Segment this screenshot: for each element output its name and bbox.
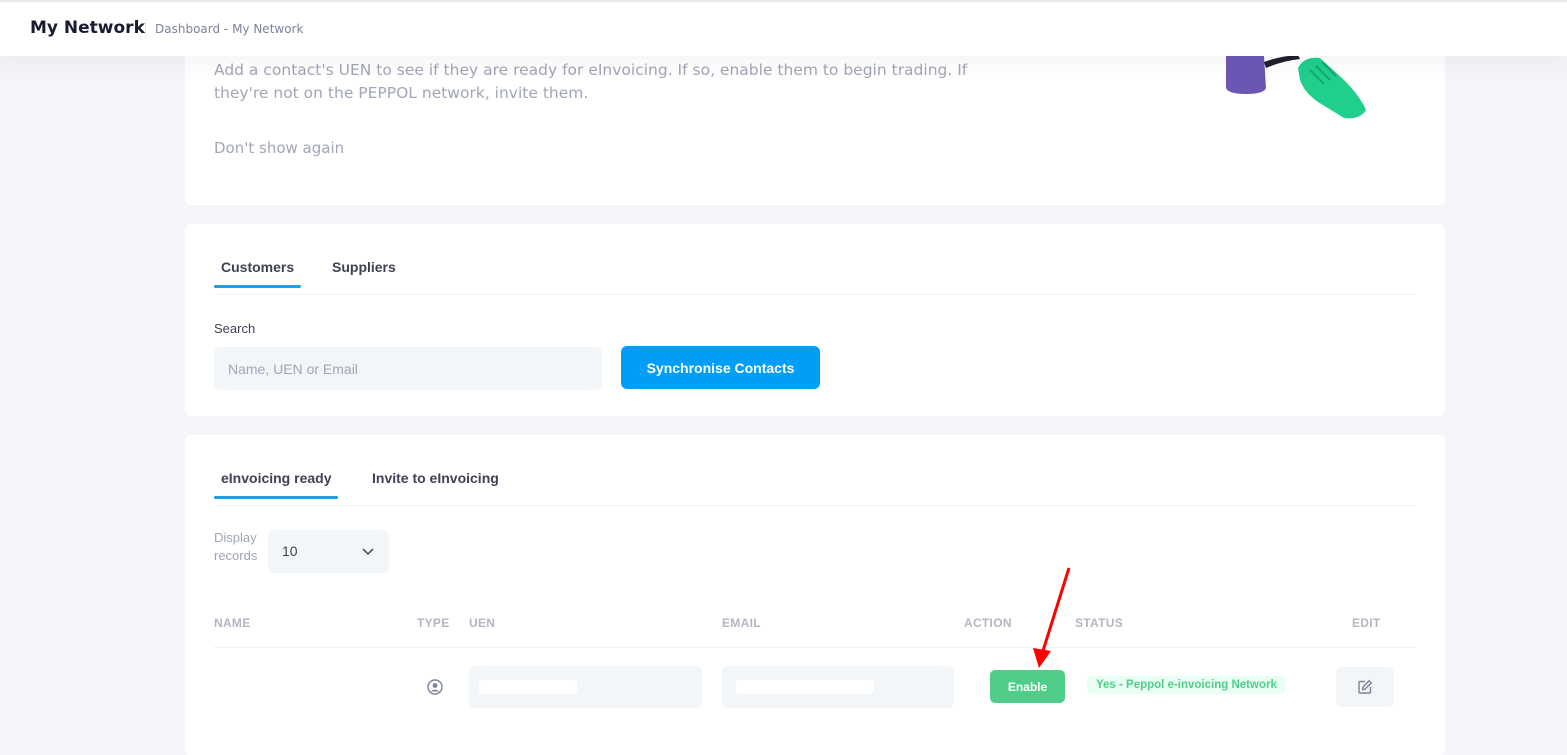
column-header-action[interactable]: ACTION bbox=[964, 616, 1012, 630]
list-tabs: eInvoicing ready Invite to eInvoicing bbox=[213, 435, 1416, 506]
redacted-email bbox=[736, 680, 874, 694]
intro-card: Add a contact's UEN to see if they are r… bbox=[185, 40, 1445, 205]
search-card: Customers Suppliers Search Synchronise C… bbox=[185, 224, 1445, 416]
tab-customers[interactable]: Customers bbox=[213, 259, 302, 288]
intro-text: Add a contact's UEN to see if they are r… bbox=[214, 61, 968, 102]
display-records-value: 10 bbox=[282, 543, 298, 559]
uen-field[interactable] bbox=[469, 666, 702, 708]
column-header-email[interactable]: EMAIL bbox=[722, 616, 761, 630]
breadcrumb[interactable]: Dashboard - My Network bbox=[155, 22, 303, 36]
contact-tabs: Customers Suppliers bbox=[213, 224, 1416, 295]
tab-invite-to-einvoicing[interactable]: Invite to eInvoicing bbox=[372, 470, 499, 486]
synchronise-contacts-button[interactable]: Synchronise Contacts bbox=[621, 346, 820, 389]
column-header-type[interactable]: TYPE bbox=[417, 616, 450, 630]
edit-icon bbox=[1358, 679, 1373, 694]
search-label: Search bbox=[214, 321, 256, 336]
red-annotation-arrow bbox=[1033, 567, 1071, 668]
tab-einvoicing-ready[interactable]: eInvoicing ready bbox=[213, 470, 340, 499]
redacted-uen bbox=[479, 680, 577, 694]
top-header: My Network Dashboard - My Network bbox=[0, 0, 1567, 56]
table-header-divider bbox=[214, 647, 1416, 648]
header-divider bbox=[145, 19, 146, 39]
edit-button[interactable] bbox=[1336, 667, 1394, 707]
column-header-edit[interactable]: EDIT bbox=[1352, 616, 1381, 630]
display-records-select[interactable]: 10 bbox=[268, 530, 389, 573]
chevron-down-icon bbox=[362, 548, 374, 556]
column-header-uen[interactable]: UEN bbox=[469, 616, 495, 630]
tab-suppliers[interactable]: Suppliers bbox=[332, 259, 396, 275]
contacts-list-card: eInvoicing ready Invite to eInvoicing Di… bbox=[185, 435, 1445, 755]
page-title: My Network bbox=[30, 18, 145, 38]
dont-show-again-link[interactable]: Don't show again bbox=[214, 139, 344, 157]
search-input[interactable] bbox=[214, 347, 602, 390]
status-badge: Yes - Peppol e-invoicing Network bbox=[1087, 676, 1286, 694]
email-field[interactable] bbox=[722, 666, 954, 708]
display-records-label: Display records bbox=[214, 530, 258, 563]
user-circle-icon bbox=[427, 679, 443, 695]
column-header-name[interactable]: NAME bbox=[214, 616, 251, 630]
